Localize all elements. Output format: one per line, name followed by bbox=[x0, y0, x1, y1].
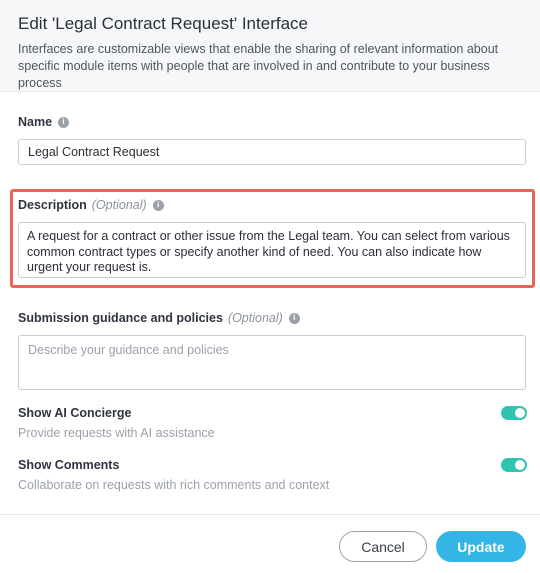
comments-label: Show Comments bbox=[18, 458, 120, 472]
name-input[interactable]: Legal Contract Request bbox=[18, 139, 526, 165]
footer-divider bbox=[0, 514, 540, 515]
name-label-row: Name i bbox=[18, 115, 70, 129]
info-icon[interactable]: i bbox=[58, 116, 70, 128]
ai-concierge-help: Provide requests with AI assistance bbox=[18, 426, 215, 440]
comments-toggle[interactable] bbox=[501, 458, 527, 472]
guidance-label-row: Submission guidance and policies (Option… bbox=[18, 311, 300, 325]
update-button[interactable]: Update bbox=[436, 531, 526, 562]
dialog-header: Edit 'Legal Contract Request' Interface … bbox=[0, 0, 540, 92]
guidance-optional-tag: (Optional) bbox=[227, 311, 283, 325]
dialog-title: Edit 'Legal Contract Request' Interface bbox=[18, 14, 308, 33]
info-icon[interactable]: i bbox=[288, 312, 300, 324]
description-textarea[interactable]: A request for a contract or other issue … bbox=[18, 222, 526, 278]
name-label: Name bbox=[18, 115, 53, 129]
info-icon[interactable]: i bbox=[152, 199, 164, 211]
ai-concierge-toggle[interactable] bbox=[501, 406, 527, 420]
toggle-knob bbox=[515, 460, 525, 470]
description-optional-tag: (Optional) bbox=[91, 198, 147, 212]
toggle-knob bbox=[515, 408, 525, 418]
guidance-textarea[interactable]: Describe your guidance and policies bbox=[18, 335, 526, 390]
description-label-row: Description (Optional) i bbox=[18, 198, 164, 212]
description-label: Description bbox=[18, 198, 87, 212]
dialog-subtitle: Interfaces are customizable views that e… bbox=[18, 42, 499, 90]
ai-concierge-label: Show AI Concierge bbox=[18, 406, 132, 420]
comments-help: Collaborate on requests with rich commen… bbox=[18, 478, 330, 492]
cancel-button[interactable]: Cancel bbox=[339, 531, 427, 562]
guidance-label: Submission guidance and policies bbox=[18, 311, 223, 325]
